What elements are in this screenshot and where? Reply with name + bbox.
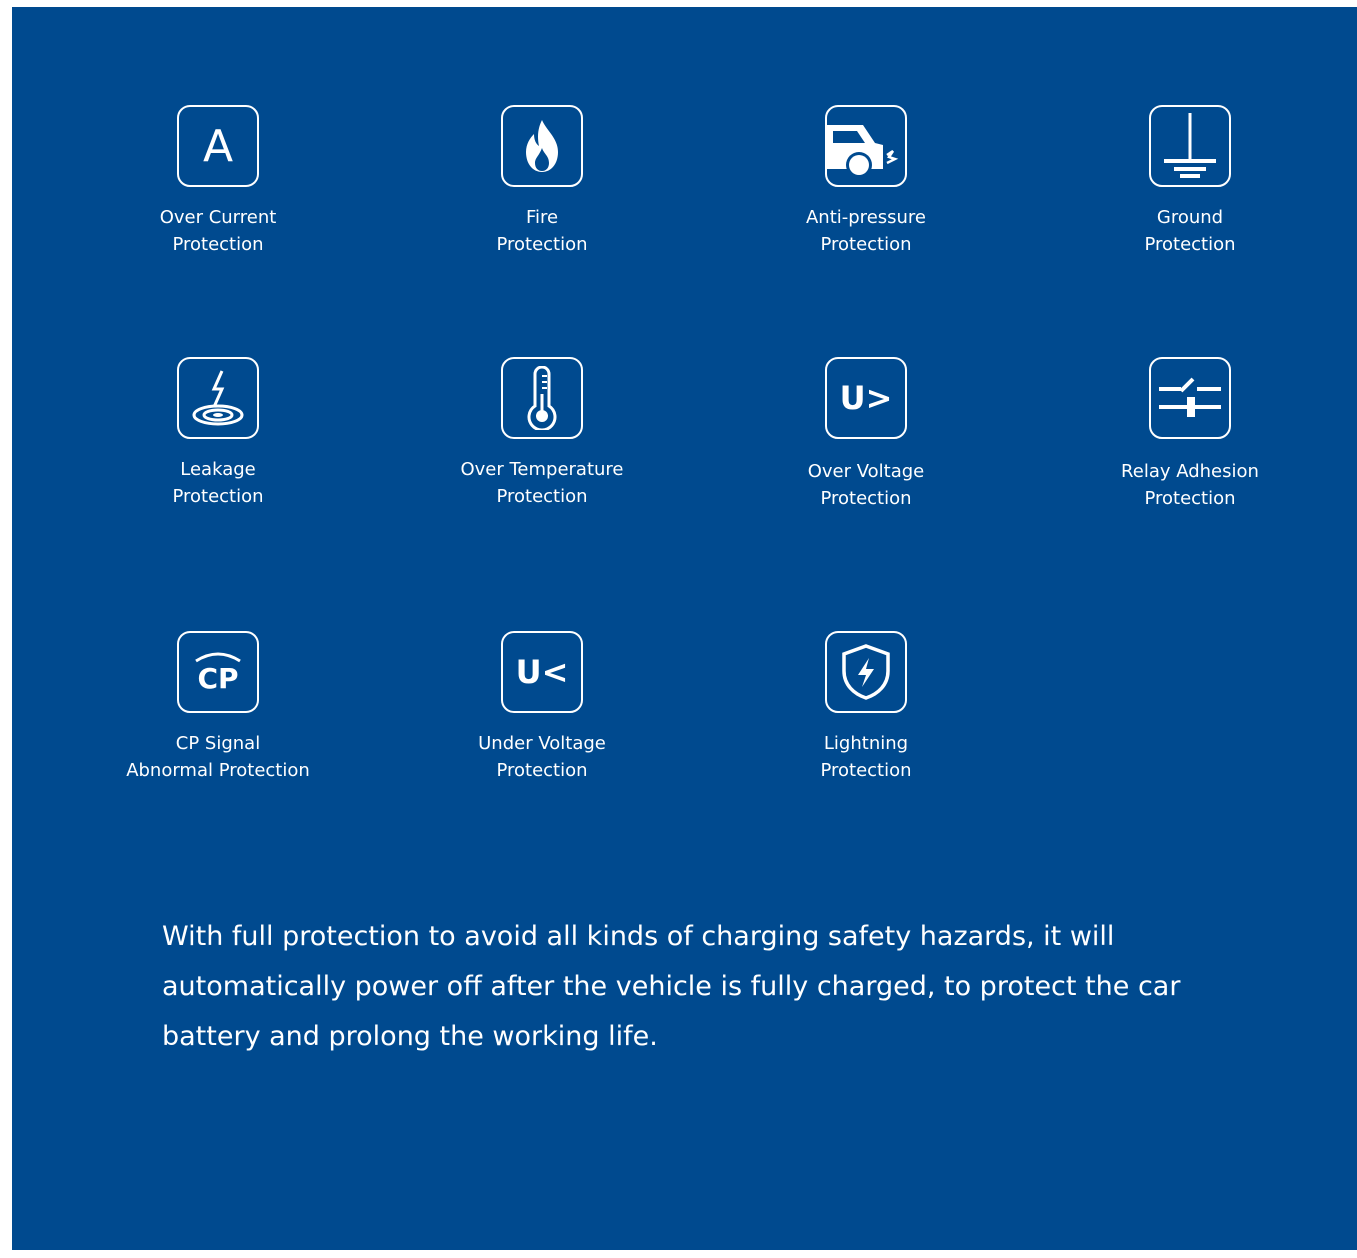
- relay-adhesion-protection: Relay Adhesion Protection: [1060, 357, 1320, 512]
- protection-label: CP Signal Abnormal Protection: [126, 733, 310, 781]
- relay-icon: [1149, 357, 1231, 439]
- protection-label: Anti-pressure Protection: [805, 207, 927, 255]
- ground-protection: Ground Protection: [1060, 105, 1320, 258]
- over-voltage-icon: U>: [825, 357, 907, 439]
- protection-label: Over Voltage Protection: [807, 461, 925, 509]
- lightning-protection: Lightning Protection: [736, 631, 996, 784]
- protection-label: Over Current Protection: [159, 207, 277, 255]
- ground-icon: [1149, 105, 1231, 187]
- protection-label: Over Temperature Protection: [460, 459, 624, 507]
- protection-label: Fire Protection: [496, 207, 588, 255]
- over-current-protection: A Over Current Protection: [88, 105, 348, 258]
- protection-label: Ground Protection: [1144, 207, 1236, 255]
- protection-label: Under Voltage Protection: [478, 733, 606, 781]
- car-collision-icon: [825, 105, 907, 187]
- anti-pressure-protection: Anti-pressure Protection: [736, 105, 996, 258]
- protection-panel: A Over Current Protection Fire Protectio…: [12, 7, 1357, 1250]
- leakage-icon: [177, 357, 259, 439]
- cp-signal-abnormal-protection: CP CP Signal Abnormal Protection: [88, 631, 348, 784]
- over-temperature-protection: Over Temperature Protection: [412, 357, 672, 510]
- leakage-protection: Leakage Protection: [88, 357, 348, 510]
- protection-label: Leakage Protection: [172, 459, 264, 507]
- protection-label: Lightning Protection: [820, 733, 912, 781]
- cp-signal-icon: CP: [177, 631, 259, 713]
- ampere-icon: A: [177, 105, 259, 187]
- protection-label: Relay Adhesion Protection: [1121, 461, 1259, 509]
- lightning-shield-icon: [825, 631, 907, 713]
- under-voltage-protection: U< Under Voltage Protection: [412, 631, 672, 784]
- thermometer-icon: [501, 357, 583, 439]
- over-voltage-protection: U> Over Voltage Protection: [736, 357, 996, 512]
- protection-description: With full protection to avoid all kinds …: [162, 921, 1181, 1052]
- fire-protection: Fire Protection: [412, 105, 672, 258]
- under-voltage-icon: U<: [501, 631, 583, 713]
- flame-icon: [501, 105, 583, 187]
